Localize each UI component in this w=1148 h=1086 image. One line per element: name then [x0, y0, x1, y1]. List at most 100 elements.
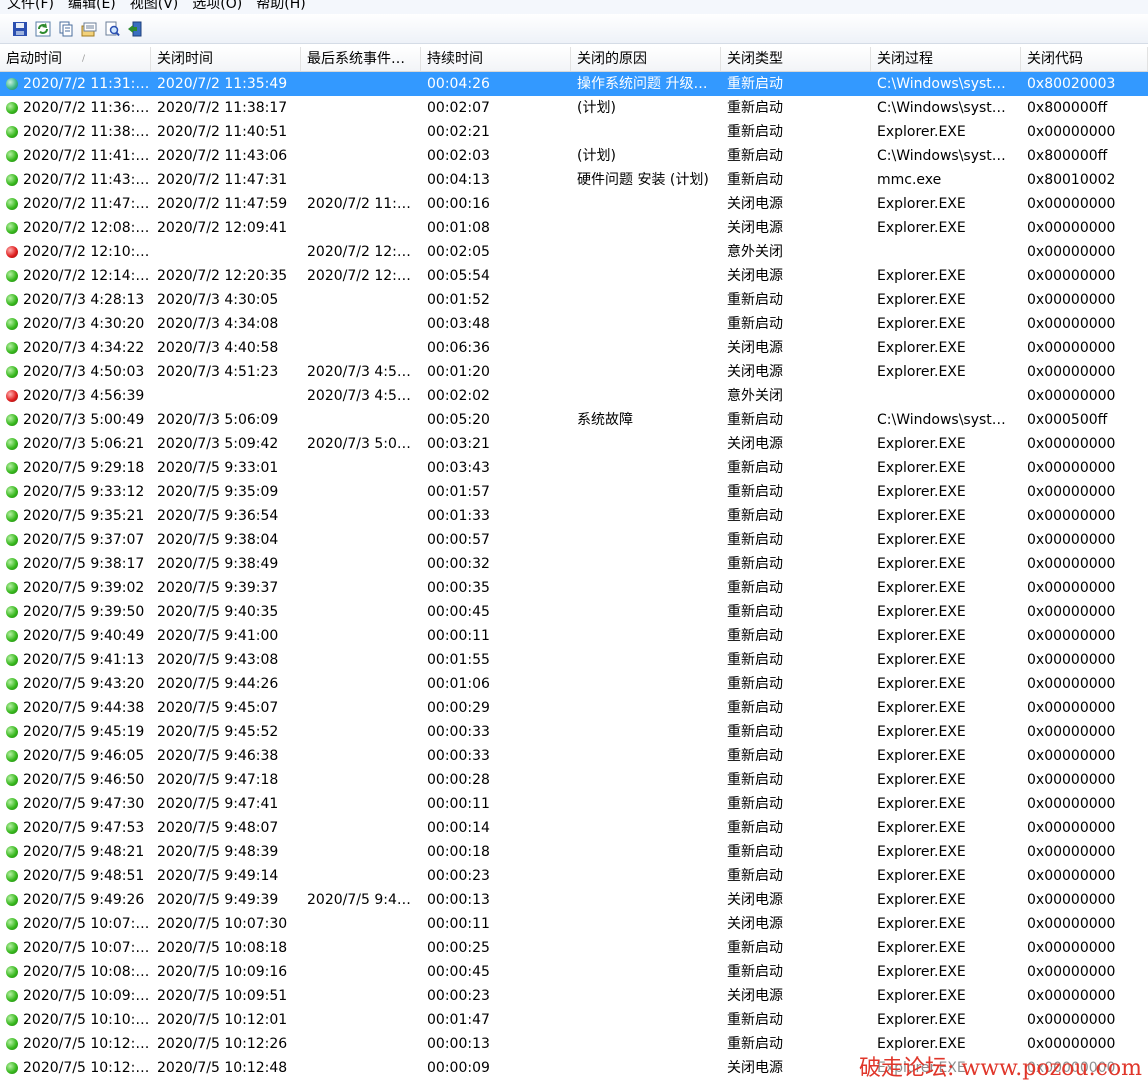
table-row[interactable]: 2020/7/3 4:50:03 2020/7/3 4:51:23 2020/7/3… [0, 360, 1148, 384]
cell-text: 2020/7/5 10:07:… [23, 940, 150, 956]
table-row[interactable]: 2020/7/5 9:47:30 2020/7/5 9:47:41 00:00:11… [0, 792, 1148, 816]
table-row[interactable]: 2020/7/2 11:36:… 2020/7/2 11:38:17 00:02:0… [0, 96, 1148, 120]
table-row[interactable]: 2020/7/5 9:43:20 2020/7/5 9:44:26 00:01:06… [0, 672, 1148, 696]
ok-status-icon [6, 462, 18, 474]
table-row[interactable]: 2020/7/2 11:41:… 2020/7/2 11:43:06 00:02:0… [0, 144, 1148, 168]
cell-text: 2020/7/2 12:14:… [23, 268, 150, 284]
table-row[interactable]: 2020/7/5 9:40:49 2020/7/5 9:41:00 00:00:11… [0, 624, 1148, 648]
cell-code: 0x00000000 [1027, 1036, 1116, 1052]
table-row[interactable]: 2020/7/5 9:44:38 2020/7/5 9:45:07 00:00:29… [0, 696, 1148, 720]
table-row[interactable]: 2020/7/5 10:08:… 2020/7/5 10:09:16 00:00:4… [0, 960, 1148, 984]
ok-status-icon [6, 366, 18, 378]
table-row[interactable]: 2020/7/5 10:12:… 2020/7/5 10:12:26 00:00:1… [0, 1032, 1148, 1056]
column-header-reason[interactable]: 关闭的原因 [571, 47, 721, 71]
cell-shutdown-time: 2020/7/5 9:38:49 [157, 556, 279, 572]
column-header-duration[interactable]: 持续时间 [421, 47, 571, 71]
cell-last-event [301, 768, 421, 792]
table-row[interactable]: 2020/7/2 12:14:… 2020/7/2 12:20:35 2020/7/… [0, 264, 1148, 288]
cell-text: 2020/7/5 10:07:… [23, 916, 150, 932]
cell-shutdown-type: 关闭电源 [727, 1060, 783, 1076]
table-row[interactable]: 2020/7/5 9:39:50 2020/7/5 9:40:35 00:00:45… [0, 600, 1148, 624]
table-row[interactable]: 2020/7/5 9:33:12 2020/7/5 9:35:09 00:01:57… [0, 480, 1148, 504]
table-row[interactable]: 2020/7/5 10:09:… 2020/7/5 10:09:51 00:00:2… [0, 984, 1148, 1008]
menu-file[interactable]: 文件(F) [0, 0, 61, 14]
table-row[interactable]: 2020/7/2 11:47:… 2020/7/2 11:47:59 2020/7/… [0, 192, 1148, 216]
table-row[interactable]: 2020/7/5 9:48:21 2020/7/5 9:48:39 00:00:18… [0, 840, 1148, 864]
column-header-code[interactable]: 关闭代码 [1021, 47, 1148, 71]
table-row[interactable]: 2020/7/2 11:38:… 2020/7/2 11:40:51 00:02:2… [0, 120, 1148, 144]
menu-help[interactable]: 帮助(H) [249, 0, 312, 14]
cell-text: 2020/7/3 5:06:21 [23, 436, 145, 452]
cell-shutdown-type: 重新启动 [727, 76, 783, 92]
table-row[interactable]: 2020/7/5 9:39:02 2020/7/5 9:39:37 00:00:35… [0, 576, 1148, 600]
shutdown-log-list[interactable]: 启动时间 / 关闭时间 最后系统事件… 持续时间 关闭的原因 关闭类型 关闭过程 … [0, 47, 1148, 1086]
table-row[interactable]: 2020/7/5 9:45:19 2020/7/5 9:45:52 00:00:33… [0, 720, 1148, 744]
table-row[interactable]: 2020/7/2 11:43:… 2020/7/2 11:47:31 00:04:1… [0, 168, 1148, 192]
table-row[interactable]: 2020/7/5 10:12:… 2020/7/5 10:12:48 00:00:0… [0, 1056, 1148, 1080]
ok-status-icon [6, 822, 18, 834]
cell-process: Explorer.EXE [877, 436, 966, 452]
cell-start-time: 2020/7/5 9:39:02 [0, 576, 151, 600]
table-row[interactable]: 2020/7/5 10:07:… 2020/7/5 10:07:30 00:00:1… [0, 912, 1148, 936]
copy-button[interactable] [54, 18, 77, 40]
column-header-shutdown-time[interactable]: 关闭时间 [151, 47, 301, 71]
column-header-process[interactable]: 关闭过程 [871, 47, 1021, 71]
cell-start-time: 2020/7/5 9:48:51 [0, 864, 151, 888]
menu-options[interactable]: 选项(O) [185, 0, 249, 14]
column-header-type[interactable]: 关闭类型 [721, 47, 871, 71]
table-row[interactable]: 2020/7/5 10:07:… 2020/7/5 10:08:18 00:00:2… [0, 936, 1148, 960]
table-row[interactable]: 2020/7/2 12:08:… 2020/7/2 12:09:41 00:01:0… [0, 216, 1148, 240]
table-row[interactable]: 2020/7/2 12:10:… 2020/7/2 12:… 00:02:05 意外关… [0, 240, 1148, 264]
cell-process: Explorer.EXE [877, 364, 966, 380]
cell-text: 2020/7/5 10:12:… [23, 1060, 150, 1076]
cell-process: C:\Windows\syst… [877, 100, 1006, 116]
exit-button[interactable] [123, 18, 146, 40]
table-row[interactable]: 2020/7/5 9:41:13 2020/7/5 9:43:08 00:01:55… [0, 648, 1148, 672]
cell-text: 2020/7/2 11:38:… [23, 124, 150, 140]
table-row[interactable]: 2020/7/3 5:00:49 2020/7/3 5:06:09 00:05:20… [0, 408, 1148, 432]
cell-process: Explorer.EXE [877, 916, 966, 932]
cell-shutdown-time: 2020/7/5 9:49:39 [157, 892, 279, 908]
cell-shutdown-type: 重新启动 [727, 1012, 783, 1028]
cell-last-event: 2020/7/3 4:5… [307, 364, 411, 380]
table-row[interactable]: 2020/7/2 11:31:… 2020/7/2 11:35:49 00:04:2… [0, 72, 1148, 96]
menu-view[interactable]: 视图(V) [123, 0, 186, 14]
find-icon [105, 21, 120, 36]
refresh-button[interactable] [31, 18, 54, 40]
menu-edit[interactable]: 编辑(E) [61, 0, 123, 14]
table-row[interactable]: 2020/7/5 10:10:… 2020/7/5 10:12:01 00:01:4… [0, 1008, 1148, 1032]
table-row[interactable]: 2020/7/5 9:49:26 2020/7/5 9:49:39 2020/7/5… [0, 888, 1148, 912]
cell-shutdown-type: 重新启动 [727, 844, 783, 860]
save-button[interactable] [8, 18, 31, 40]
table-row[interactable]: 2020/7/3 5:06:21 2020/7/3 5:09:42 2020/7/3… [0, 432, 1148, 456]
ok-status-icon [6, 1038, 18, 1050]
table-row[interactable]: 2020/7/5 9:47:53 2020/7/5 9:48:07 00:00:14… [0, 816, 1148, 840]
table-row[interactable]: 2020/7/3 4:28:13 2020/7/3 4:30:05 00:01:52… [0, 288, 1148, 312]
column-header-start-time[interactable]: 启动时间 / [0, 47, 151, 71]
cell-last-event [301, 528, 421, 552]
cell-shutdown-time: 2020/7/2 11:43:06 [157, 148, 288, 164]
cell-shutdown-time: 2020/7/5 9:35:09 [157, 484, 279, 500]
table-row[interactable]: 2020/7/5 9:29:18 2020/7/5 9:33:01 00:03:43… [0, 456, 1148, 480]
table-row[interactable]: 2020/7/5 9:46:50 2020/7/5 9:47:18 00:00:28… [0, 768, 1148, 792]
table-row[interactable]: 2020/7/5 9:46:05 2020/7/5 9:46:38 00:00:33… [0, 744, 1148, 768]
column-header-last-event[interactable]: 最后系统事件… [301, 47, 421, 71]
table-row[interactable]: 2020/7/5 9:48:51 2020/7/5 9:49:14 00:00:23… [0, 864, 1148, 888]
cell-text: 2020/7/5 9:38:17 [23, 556, 145, 572]
cell-shutdown-type: 关闭电源 [727, 436, 783, 452]
table-row[interactable]: 2020/7/5 9:35:21 2020/7/5 9:36:54 00:01:33… [0, 504, 1148, 528]
table-row[interactable]: 2020/7/3 4:30:20 2020/7/3 4:34:08 00:03:48… [0, 312, 1148, 336]
table-row[interactable]: 2020/7/5 9:37:07 2020/7/5 9:38:04 00:00:57… [0, 528, 1148, 552]
table-row[interactable]: 2020/7/3 4:56:39 2020/7/3 4:5… 00:02:02 意外关… [0, 384, 1148, 408]
cell-text: 2020/7/2 11:41:… [23, 148, 150, 164]
cell-duration: 00:02:05 [427, 244, 490, 260]
cell-last-event [301, 1008, 421, 1032]
cell-shutdown-type: 重新启动 [727, 556, 783, 572]
properties-button[interactable] [77, 18, 100, 40]
ok-status-icon [6, 750, 18, 762]
cell-process: Explorer.EXE [877, 676, 966, 692]
table-row[interactable]: 2020/7/3 4:34:22 2020/7/3 4:40:58 00:06:36… [0, 336, 1148, 360]
cell-text: 2020/7/2 11:43:… [23, 172, 150, 188]
find-button[interactable] [100, 18, 123, 40]
table-row[interactable]: 2020/7/5 9:38:17 2020/7/5 9:38:49 00:00:32… [0, 552, 1148, 576]
